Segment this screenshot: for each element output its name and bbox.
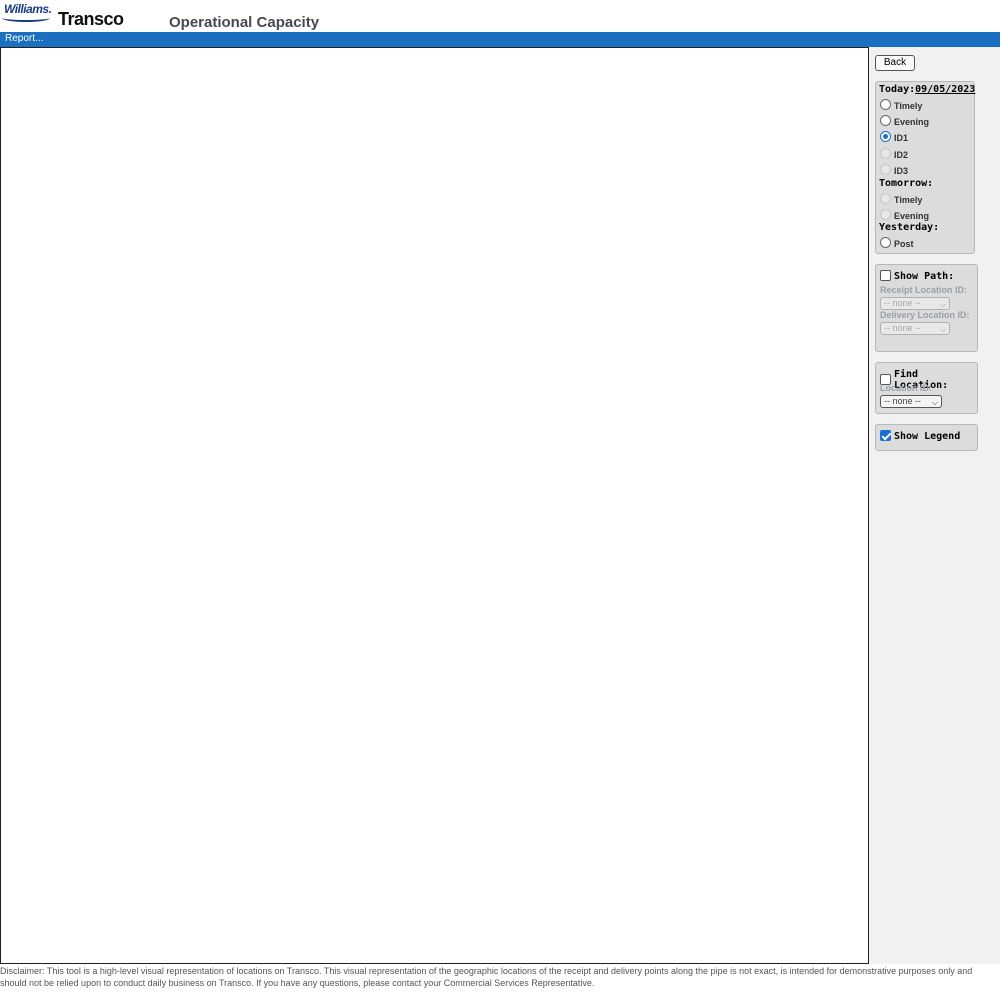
today-label: Today: xyxy=(879,84,916,95)
back-button[interactable]: Back xyxy=(875,55,915,71)
radio-label: Evening xyxy=(894,117,930,127)
receipt-location-value: -- none -- xyxy=(884,298,922,308)
delivery-location-value: -- none -- xyxy=(884,323,922,333)
radio-yesterday-post-control[interactable] xyxy=(880,236,891,248)
header: Williams. Transco Operational Capacity xyxy=(0,0,1000,32)
radio-tomorrow-timely: Timely xyxy=(880,191,922,205)
radio-label: Evening xyxy=(894,211,930,221)
show-path-label: Show Path: xyxy=(894,271,955,282)
show-path-panel: Show Path: Receipt Location ID: -- none … xyxy=(875,264,978,352)
radio-today-id1[interactable]: ID1 xyxy=(880,129,908,143)
radio-tomorrow-evening: Evening xyxy=(880,207,929,221)
today-heading: Today:09/05/2023 xyxy=(879,84,975,95)
page-title: Operational Capacity xyxy=(169,14,320,31)
chevron-down-icon: ⌵ xyxy=(939,300,946,309)
today-date: 09/05/2023 xyxy=(915,84,976,95)
radio-today-timely-control[interactable] xyxy=(880,98,891,110)
show-path-toggle[interactable]: Show Path: xyxy=(880,269,954,282)
radio-label: Timely xyxy=(894,101,923,111)
show-path-checkbox[interactable] xyxy=(880,270,891,281)
yesterday-heading: Yesterday: xyxy=(879,222,940,233)
show-legend-panel: Show Legend xyxy=(875,424,978,451)
radio-label: ID1 xyxy=(894,133,909,143)
radio-today-id2: ID2 xyxy=(880,146,908,160)
radio-today-evening-control[interactable] xyxy=(880,114,891,126)
williams-swoosh-icon xyxy=(2,14,50,22)
map-canvas[interactable] xyxy=(0,47,869,964)
location-id-select[interactable]: -- none -- ⌵ xyxy=(880,395,942,408)
radio-today-id1-control[interactable] xyxy=(880,130,891,142)
location-id-value: -- none -- xyxy=(884,396,922,406)
cycle-panel: Today:09/05/2023 Timely Evening ID1 ID2 … xyxy=(875,81,975,254)
tomorrow-heading: Tomorrow: xyxy=(879,178,934,189)
radio-label: Post xyxy=(894,239,914,249)
radio-label: ID3 xyxy=(894,166,909,176)
delivery-location-select: -- none -- ⌵ xyxy=(880,322,950,335)
radio-label: Timely xyxy=(894,195,923,205)
radio-today-id3-control xyxy=(880,163,891,175)
menu-bar: Report... xyxy=(0,32,1000,47)
radio-tomorrow-evening-control xyxy=(880,208,891,220)
chevron-down-icon: ⌵ xyxy=(939,325,946,334)
radio-label: ID2 xyxy=(894,150,909,160)
radio-today-evening[interactable]: Evening xyxy=(880,113,929,127)
radio-today-id2-control xyxy=(880,147,891,159)
receipt-location-select: -- none -- ⌵ xyxy=(880,297,950,310)
show-legend-label: Show Legend xyxy=(894,431,961,442)
location-id-label: Location ID: xyxy=(880,383,932,393)
menu-report[interactable]: Report... xyxy=(5,33,43,44)
radio-tomorrow-timely-control xyxy=(880,192,891,204)
disclaimer: Disclaimer: This tool is a high-level vi… xyxy=(0,966,973,988)
williams-logo: Williams. xyxy=(2,2,52,22)
receipt-location-label: Receipt Location ID: xyxy=(880,285,968,295)
delivery-location-label: Delivery Location ID: xyxy=(880,310,970,320)
radio-today-id3: ID3 xyxy=(880,162,908,176)
radio-today-timely[interactable]: Timely xyxy=(880,97,922,111)
show-legend-checkbox[interactable] xyxy=(880,430,891,441)
find-location-panel: Find Location: Location ID: -- none -- ⌵ xyxy=(875,362,978,414)
radio-yesterday-post[interactable]: Post xyxy=(880,235,914,249)
chevron-down-icon: ⌵ xyxy=(931,398,938,407)
show-legend-toggle[interactable]: Show Legend xyxy=(880,429,960,442)
transco-logo: Transco xyxy=(58,9,124,29)
